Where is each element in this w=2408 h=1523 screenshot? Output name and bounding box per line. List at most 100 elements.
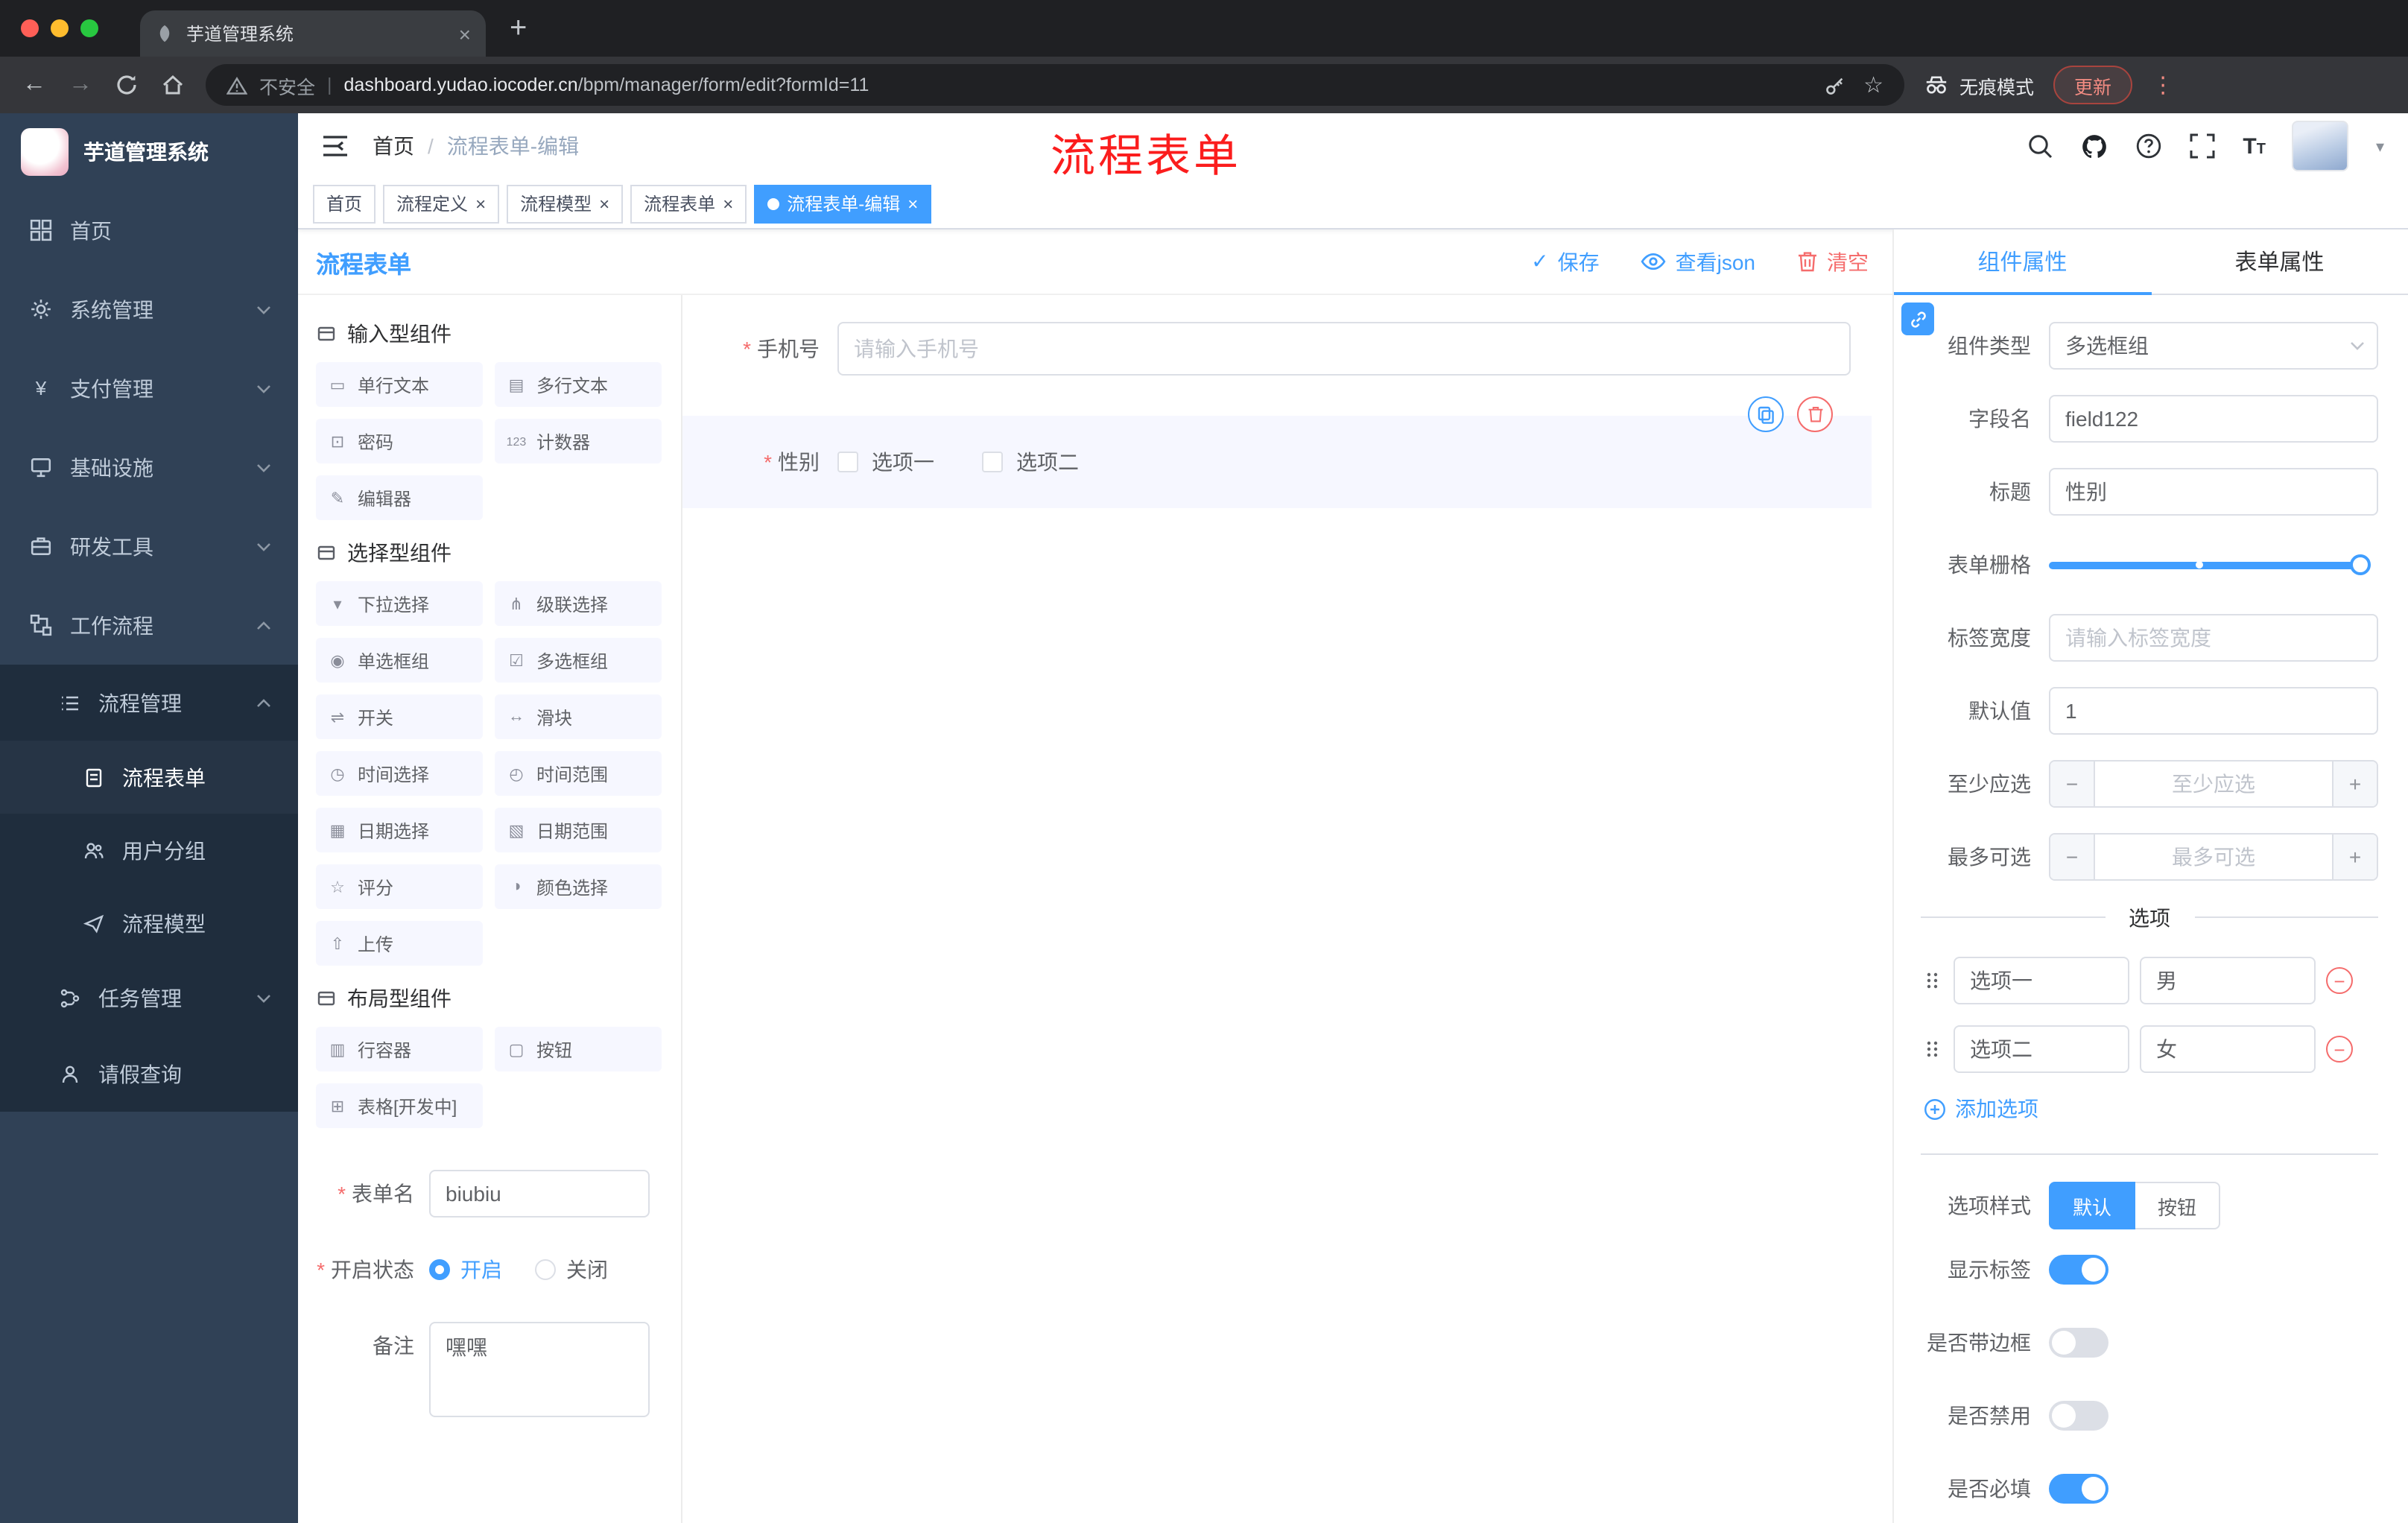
decrease-button[interactable]: − (2050, 835, 2095, 879)
save-button[interactable]: ✓ 保存 (1531, 247, 1599, 276)
checkbox[interactable] (982, 452, 1003, 472)
sidebar-item-process-model[interactable]: 流程模型 (0, 887, 298, 960)
avatar-caret-icon[interactable]: ▾ (2376, 136, 2384, 156)
option-value-input[interactable] (2140, 957, 2316, 1004)
sidebar-item-home[interactable]: 首页 (0, 191, 298, 270)
sidebar-item-infra[interactable]: 基础设施 (0, 428, 298, 507)
palette-item-time-picker[interactable]: ◷ 时间选择 (316, 751, 483, 796)
new-tab-button[interactable]: + (510, 13, 527, 43)
form-name-input[interactable] (429, 1170, 650, 1218)
slider-handle[interactable] (2350, 554, 2371, 575)
link-badge[interactable] (1901, 303, 1934, 335)
palette-item-date-range[interactable]: ▧ 日期范围 (495, 808, 662, 852)
form-remark-textarea[interactable]: 嘿嘿 (429, 1322, 650, 1417)
traffic-zoom-button[interactable] (80, 19, 98, 37)
tab-form-props[interactable]: 表单属性 (2151, 229, 2408, 294)
grid-slider[interactable] (2049, 541, 2378, 589)
status-off-radio[interactable]: 关闭 (535, 1255, 608, 1285)
help-icon[interactable] (2135, 133, 2162, 159)
tag-close-icon[interactable]: × (907, 194, 918, 212)
update-button[interactable]: 更新 (2053, 66, 2133, 104)
palette-item-button[interactable]: ▢ 按钮 (495, 1027, 662, 1071)
fullscreen-icon[interactable] (2189, 133, 2216, 159)
phone-input[interactable] (837, 322, 1851, 376)
palette-item-upload[interactable]: ⇧ 上传 (316, 921, 483, 966)
checkbox[interactable] (837, 452, 858, 472)
copy-field-button[interactable] (1748, 396, 1784, 432)
delete-field-button[interactable] (1797, 396, 1833, 432)
field-gender-selected[interactable]: 性别 选项一 选项二 (682, 396, 1872, 508)
palette-item-multi-line-text[interactable]: ▤ 多行文本 (495, 362, 662, 407)
border-switch[interactable] (2049, 1328, 2108, 1358)
max-select-value[interactable]: 最多可选 (2095, 835, 2332, 879)
home-icon[interactable] (159, 73, 186, 97)
tab-component-props[interactable]: 组件属性 (1894, 229, 2151, 295)
palette-item-slider[interactable]: ↔ 滑块 (495, 694, 662, 739)
tag-process-form[interactable]: 流程表单 × (630, 184, 747, 223)
tag-process-definition[interactable]: 流程定义 × (383, 184, 500, 223)
palette-item-select[interactable]: ▾ 下拉选择 (316, 581, 483, 626)
palette-item-color-picker[interactable]: ◑ 颜色选择 (495, 864, 662, 909)
sidebar-item-system[interactable]: 系统管理 (0, 270, 298, 349)
tag-close-icon[interactable]: × (723, 194, 733, 212)
palette-item-checkbox-group[interactable]: ☑ 多选框组 (495, 638, 662, 683)
sidebar-item-process-form[interactable]: 流程表单 (0, 741, 298, 814)
tab-close-icon[interactable]: × (459, 22, 471, 45)
sidebar-logo[interactable]: 芋道管理系统 (0, 113, 298, 191)
bookmark-star-icon[interactable]: ☆ (1863, 72, 1883, 98)
tag-process-model[interactable]: 流程模型 × (507, 184, 624, 223)
palette-item-switch[interactable]: ⇌ 开关 (316, 694, 483, 739)
remove-option-button[interactable]: − (2326, 1036, 2353, 1063)
sidebar-item-process-mgmt[interactable]: 流程管理 (0, 665, 298, 741)
github-icon[interactable] (2080, 132, 2108, 160)
required-switch[interactable] (2049, 1474, 2108, 1504)
gender-option-1[interactable]: 选项一 (837, 447, 934, 477)
avatar[interactable] (2292, 121, 2349, 171)
disabled-switch[interactable] (2049, 1401, 2108, 1431)
traffic-minimize-button[interactable] (51, 19, 69, 37)
status-on-radio[interactable]: 开启 (429, 1255, 502, 1285)
option-label-input[interactable] (1954, 957, 2129, 1004)
reload-icon[interactable] (113, 73, 140, 97)
style-button-button[interactable]: 按钮 (2135, 1182, 2221, 1229)
sidebar-item-leave-query[interactable]: 请假查询 (0, 1036, 298, 1112)
field-phone[interactable]: 手机号 (682, 322, 1851, 376)
style-default-button[interactable]: 默认 (2049, 1182, 2136, 1229)
field-name-input[interactable] (2049, 395, 2378, 443)
tag-process-form-edit[interactable]: 流程表单-编辑 × (754, 184, 932, 223)
sidebar-item-payment[interactable]: ¥ 支付管理 (0, 349, 298, 428)
url-box[interactable]: 不安全 | dashboard.yudao.iocoder.cn/bpm/man… (206, 64, 1904, 106)
component-type-select[interactable]: 多选框组 (2049, 322, 2378, 370)
breadcrumb-home[interactable]: 首页 (373, 131, 414, 161)
gender-option-2[interactable]: 选项二 (982, 447, 1079, 477)
option-label-input[interactable] (1954, 1025, 2129, 1073)
sidebar-item-task-mgmt[interactable]: 任务管理 (0, 960, 298, 1036)
palette-item-row-container[interactable]: ▥ 行容器 (316, 1027, 483, 1071)
add-option-button[interactable]: 添加选项 (1924, 1094, 2378, 1124)
default-value-input[interactable] (2049, 687, 2378, 735)
browser-tab[interactable]: 芋道管理系统 × (140, 10, 486, 57)
drag-handle-icon[interactable] (1921, 970, 1943, 991)
title-input[interactable] (2049, 468, 2378, 516)
sidebar-item-workflow[interactable]: 工作流程 (0, 586, 298, 665)
palette-item-cascader[interactable]: ⋔ 级联选择 (495, 581, 662, 626)
search-icon[interactable] (2027, 133, 2053, 159)
browser-menu-icon[interactable]: ⋮ (2152, 72, 2174, 98)
hamburger-icon[interactable] (322, 134, 349, 158)
palette-item-single-line-text[interactable]: ▭ 单行文本 (316, 362, 483, 407)
tag-close-icon[interactable]: × (475, 194, 486, 212)
min-select-value[interactable]: 至少应选 (2095, 762, 2332, 806)
palette-item-rich-editor[interactable]: ✎ 编辑器 (316, 475, 483, 520)
increase-button[interactable]: + (2332, 835, 2377, 879)
clear-button[interactable]: 清空 (1797, 247, 1869, 276)
sidebar-item-devtools[interactable]: 研发工具 (0, 507, 298, 586)
increase-button[interactable]: + (2332, 762, 2377, 806)
back-icon[interactable]: ← (21, 72, 48, 98)
palette-item-rate[interactable]: ☆ 评分 (316, 864, 483, 909)
option-value-input[interactable] (2140, 1025, 2316, 1073)
label-width-input[interactable] (2049, 614, 2378, 662)
tag-home[interactable]: 首页 (313, 184, 376, 223)
sidebar-item-user-group[interactable]: 用户分组 (0, 814, 298, 887)
tag-close-icon[interactable]: × (599, 194, 609, 212)
palette-item-radio-group[interactable]: ◉ 单选框组 (316, 638, 483, 683)
